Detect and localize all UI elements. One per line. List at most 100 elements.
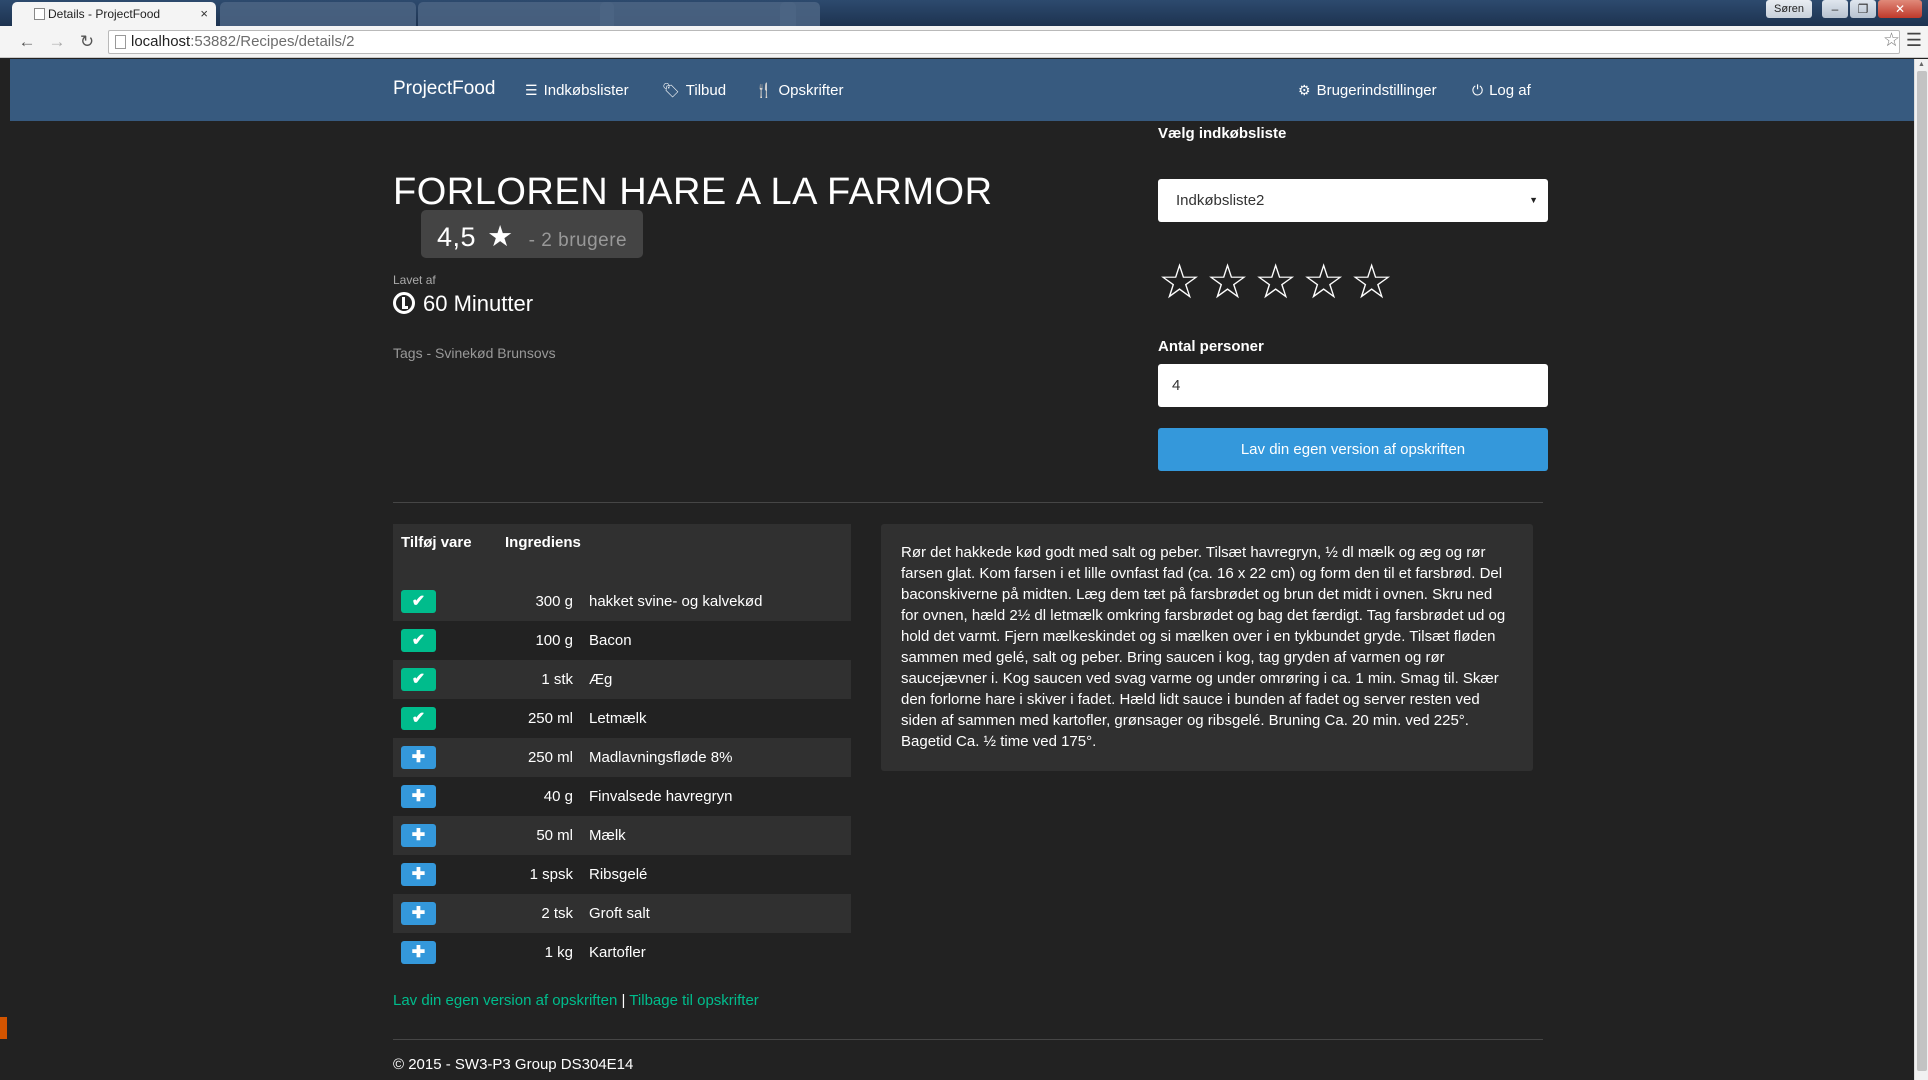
made-by-label: Lavet af — [393, 273, 436, 287]
menu-icon[interactable]: ☰ — [1906, 30, 1922, 51]
maximize-icon[interactable]: ❐ — [1850, 0, 1876, 18]
ingredient-name: Letmælk — [589, 710, 647, 727]
table-row: ✚ 2 tsk Groft salt — [393, 894, 851, 933]
add-item-button[interactable]: ✚ — [401, 941, 436, 964]
added-check-button[interactable]: ✔ — [401, 590, 436, 613]
reload-icon[interactable]: ↻ — [76, 32, 98, 52]
nav-shopping-lists[interactable]: ☰ Indkøbslister — [525, 79, 629, 102]
scrollbar-thumb[interactable] — [1917, 71, 1927, 1071]
own-version-link[interactable]: Lav din egen version af opskriften — [393, 992, 617, 1009]
nav-logout[interactable]: ⏻ Log af — [1472, 79, 1531, 102]
ingredient-name: Ribsgelé — [589, 866, 648, 883]
browser-tab-active[interactable]: Details - ProjectFood × — [12, 2, 216, 26]
brand-link[interactable]: ProjectFood — [393, 78, 495, 100]
table-row: ✚ 1 spsk Ribsgelé — [393, 855, 851, 894]
tab-title: Details - ProjectFood — [48, 7, 161, 21]
ingredient-name: Groft salt — [581, 894, 851, 933]
rate-star-icon[interactable]: ☆ — [1158, 257, 1201, 309]
page-favicon-icon — [34, 8, 45, 20]
scroll-up-icon[interactable]: ▲ — [1918, 61, 1925, 68]
site-navbar: ProjectFood ☰ Indkøbslister 🏷 Tilbud 🍴 Opsk… — [10, 59, 1914, 121]
rate-star-icon[interactable]: ☆ — [1206, 257, 1249, 309]
footer-links: Lav din egen version af opskriften | Til… — [393, 992, 759, 1009]
added-check-button[interactable]: ✔ — [401, 629, 436, 652]
new-tab-button[interactable] — [780, 2, 820, 26]
url-path: :53882/Recipes/details/2 — [190, 33, 355, 50]
bookmark-star-icon[interactable]: ☆ — [1883, 30, 1900, 52]
ingredient-name: Madlavningsfløde 8% — [581, 738, 851, 777]
scrollbar[interactable]: ▲ — [1914, 59, 1928, 1080]
rating-badge: 4,5 ★ - 2 brugere — [421, 209, 644, 258]
recipe-tags: Tags - Svinekød Brunsovs — [393, 345, 556, 361]
rate-star-icon[interactable]: ☆ — [1302, 257, 1345, 309]
add-item-button[interactable]: ✚ — [401, 746, 436, 769]
add-item-button[interactable]: ✚ — [401, 902, 436, 925]
ingredient-quantity: 50 ml — [497, 816, 581, 855]
user-rating-stars: ☆ ☆ ☆ ☆ ☆ — [1158, 257, 1393, 309]
shopping-list-select[interactable]: Indkøbsliste2 ▼ — [1158, 179, 1548, 222]
recipe-method: Rør det hakkede kød godt med salt og peb… — [881, 524, 1533, 771]
recipe-title: FORLOREN HARE A LA FARMOR 4,5 ★ - 2 brug… — [393, 171, 993, 258]
tags-icon: 🏷 — [662, 82, 680, 98]
back-arrow-icon[interactable]: ← — [16, 32, 38, 52]
add-cell: ✚ — [393, 933, 497, 972]
ingredient-quantity: 250 ml — [527, 710, 573, 727]
close-window-icon[interactable]: ✕ — [1878, 0, 1922, 18]
shopping-list-label: Vælg indkøbsliste — [1158, 125, 1287, 142]
ingredient-quantity: 40 g — [543, 788, 573, 805]
added-check-button[interactable]: ✔ — [401, 668, 436, 691]
ingredients-table: Tilføj vare Ingrediens ✔ 300 g hakket svin… — [393, 524, 851, 972]
add-item-button[interactable]: ✚ — [401, 785, 436, 808]
ingredient-quantity: 300 g — [497, 582, 581, 621]
add-cell: ✔ — [393, 699, 497, 738]
ingredient-name: Mælk — [581, 816, 851, 855]
ingredient-quantity: 1 spsk — [529, 866, 573, 883]
gear-icon: ⚙ — [1298, 82, 1311, 98]
dropdown-caret-icon: ▼ — [1529, 195, 1538, 205]
ingredient-quantity: 250 ml — [497, 738, 581, 777]
nav-user-settings[interactable]: ⚙ Brugerindstillinger — [1298, 79, 1437, 102]
persons-label: Antal personer — [1158, 338, 1264, 355]
rating-user-count: - 2 brugere — [528, 229, 628, 251]
page-viewport: ProjectFood ☰ Indkøbslister 🏷 Tilbud 🍴 Opsk… — [10, 59, 1914, 1080]
star-icon: ★ — [487, 220, 514, 253]
recipe-title-text: FORLOREN HARE A LA FARMOR — [393, 171, 993, 213]
window-controls: Søren ‒ ❐ ✕ — [1766, 0, 1922, 20]
table-row: ✔ 300 g hakket svine- og kalvekød — [393, 582, 851, 621]
rate-star-icon[interactable]: ☆ — [1254, 257, 1297, 309]
column-header-ingredient: Ingrediens — [497, 524, 851, 582]
back-to-recipes-link[interactable]: Tilbage til opskrifter — [629, 992, 759, 1009]
add-item-button[interactable]: ✚ — [401, 863, 436, 886]
browser-tab[interactable] — [220, 2, 416, 26]
add-item-button[interactable]: ✚ — [401, 824, 436, 847]
tab-close-icon[interactable]: × — [200, 2, 208, 26]
clock-icon — [393, 292, 415, 314]
cooking-time: 60 Minutter — [393, 289, 533, 319]
create-own-version-button[interactable]: Lav din egen version af opskriften — [1158, 428, 1548, 471]
browser-tab[interactable] — [600, 2, 796, 26]
ingredient-quantity: 100 g — [535, 632, 573, 649]
nav-recipes[interactable]: 🍴 Opskrifter — [755, 79, 843, 102]
minimize-icon[interactable]: ‒ — [1822, 0, 1848, 18]
ingredient-name: hakket svine- og kalvekød — [581, 582, 851, 621]
page-icon — [115, 35, 126, 49]
divider — [393, 502, 1543, 503]
nav-offers[interactable]: 🏷 Tilbud — [662, 79, 726, 102]
add-cell: ✚ — [393, 855, 497, 894]
persons-input[interactable]: 4 — [1158, 364, 1548, 407]
table-row: ✚ 250 ml Madlavningsfløde 8% — [393, 738, 851, 777]
rate-star-icon[interactable]: ☆ — [1350, 257, 1393, 309]
list-icon: ☰ — [525, 82, 538, 98]
table-row: ✔ 1 stk Æg — [393, 660, 851, 699]
forward-arrow-icon[interactable]: → — [46, 32, 68, 52]
profile-chip[interactable]: Søren — [1766, 0, 1812, 18]
add-cell: ✚ — [393, 816, 497, 855]
add-cell: ✚ — [393, 894, 497, 933]
added-check-button[interactable]: ✔ — [401, 707, 436, 730]
ingredient-name: Kartofler — [589, 944, 646, 961]
logout-icon: ⏻ — [1472, 82, 1484, 98]
browser-tab[interactable] — [418, 2, 614, 26]
rating-value: 4,5 — [437, 221, 477, 252]
address-bar[interactable]: localhost:53882/Recipes/details/2 — [108, 30, 1900, 54]
ingredient-name: Finvalsede havregryn — [589, 788, 733, 805]
